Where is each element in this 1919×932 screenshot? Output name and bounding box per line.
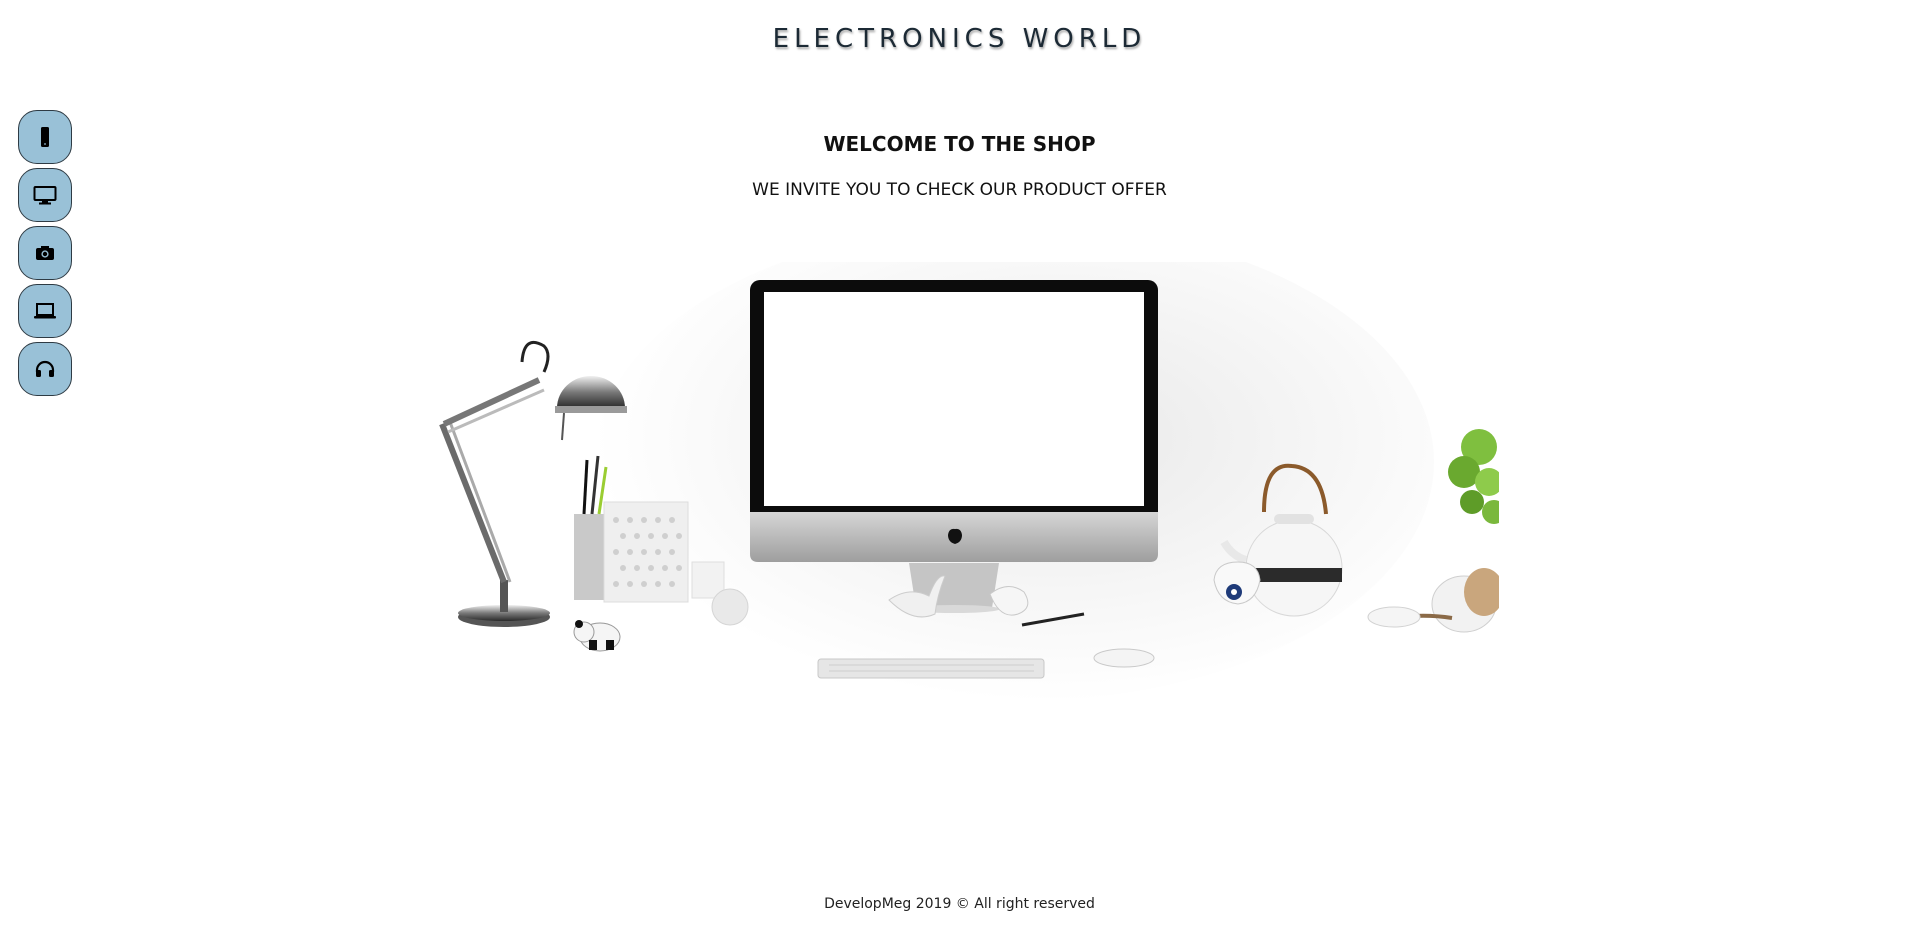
page: ELECTRONICS WORLD WELCOME TO THE SHOP WE… [0, 0, 1919, 932]
panda-figurine-illustration [573, 620, 621, 652]
plant-illustration [1448, 429, 1499, 524]
invite-subheading: WE INVITE YOU TO CHECK OUR PRODUCT OFFER [752, 180, 1167, 200]
headphones-category-button[interactable] [18, 342, 72, 396]
footer-copyright: DevelopMeg 2019 © All right reserved [824, 896, 1095, 912]
welcome-heading: WELCOME TO THE SHOP [823, 132, 1096, 156]
site-title: ELECTRONICS WORLD [772, 24, 1147, 54]
camera-icon [36, 246, 54, 260]
hero-desk-image [434, 262, 1499, 710]
laptop-category-button[interactable] [18, 284, 72, 338]
laptop-icon [34, 303, 56, 319]
camera-category-button[interactable] [18, 226, 72, 280]
headphones-icon [35, 360, 55, 377]
headphones-illustration [1367, 568, 1499, 633]
